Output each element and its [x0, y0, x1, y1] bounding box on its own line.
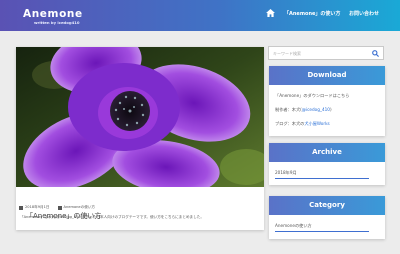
category-underline — [275, 231, 369, 232]
post-category[interactable]: Anemoneの使い方 — [64, 205, 96, 210]
blog-prefix: ブログ：木犬の — [275, 121, 305, 126]
site-title[interactable]: Anemone — [23, 8, 83, 20]
home-icon[interactable] — [266, 9, 275, 17]
author-suffix: ) — [329, 107, 332, 112]
nav-item-contact[interactable]: お問い合わせ — [349, 10, 379, 17]
post-excerpt: 「Anemone」は木犬(@icedog_410)が作った日本人向けのブログテー… — [20, 215, 204, 219]
archive-underline — [275, 178, 369, 179]
post-meta: 2018年9月1日 Anemoneの使い方 — [19, 205, 95, 210]
calendar-icon — [19, 205, 23, 210]
nav-item-usage[interactable]: 「Anemone」の使い方 — [284, 10, 340, 17]
download-link[interactable]: 「Anemone」のダウンロードはこちら — [275, 93, 349, 99]
author-line: 制作者：木犬(@icedog_410) — [275, 107, 332, 113]
site-header: Anemone written by icedog410 「Anemone」の使… — [0, 0, 400, 31]
post-date: 2018年9月1日 — [25, 205, 50, 209]
author-link[interactable]: @icedog_410 — [302, 107, 330, 112]
author-prefix: 制作者：木犬( — [275, 107, 302, 112]
site-subtitle: written by icedog410 — [34, 20, 80, 25]
search-input[interactable]: キーワード検索 — [273, 51, 301, 57]
archive-item[interactable]: 2018年9月 — [275, 170, 297, 176]
folder-icon — [57, 205, 62, 210]
blog-line: ブログ：木犬の犬小屋Works — [275, 121, 330, 127]
widget-archive: Archive 2018年9月 — [269, 143, 385, 185]
blog-link[interactable]: 犬小屋Works — [304, 121, 329, 126]
widget-download-title: Download — [269, 66, 385, 85]
widget-archive-title: Archive — [269, 143, 385, 162]
search-icon[interactable] — [372, 50, 379, 57]
widget-category-title: Category — [269, 196, 385, 215]
post-thumbnail[interactable] — [16, 47, 264, 187]
widget-category: Category Anemoneの使い方 — [269, 196, 385, 239]
search-box[interactable]: キーワード検索 — [268, 46, 384, 60]
post-card[interactable]: 「Anemone」の使い方 — [16, 47, 264, 230]
category-item[interactable]: Anemoneの使い方 — [275, 223, 312, 229]
download-link-text[interactable]: 「Anemone」のダウンロードはこちら — [275, 93, 349, 98]
widget-download: Download 「Anemone」のダウンロードはこちら 制作者：木犬(@ic… — [269, 66, 385, 136]
